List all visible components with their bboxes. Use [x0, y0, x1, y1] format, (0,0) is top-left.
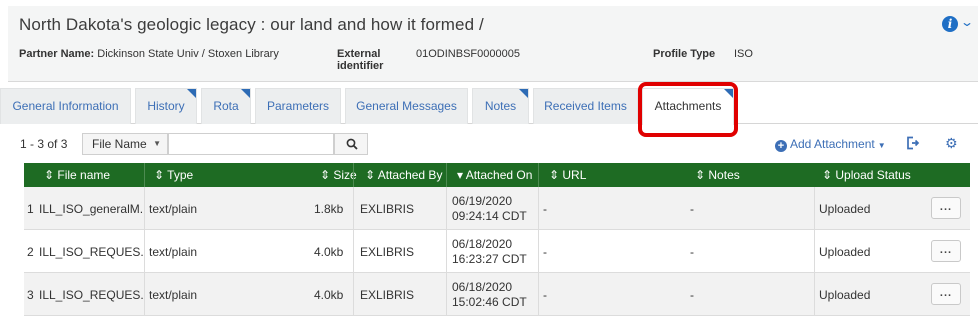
attached-on-date: 06/18/2020	[452, 236, 513, 251]
column-header-label: Notes	[708, 168, 740, 182]
info-icon[interactable]: i	[942, 16, 958, 32]
attached-by-cell: EXLIBRIS	[353, 187, 414, 230]
plus-circle-icon: +	[775, 140, 787, 152]
size-cell: 1.8kb	[314, 201, 344, 216]
attached-on-date: 06/19/2020	[452, 193, 513, 208]
highlight-annotation	[638, 82, 738, 137]
type-cell: text/plain	[144, 273, 304, 316]
size-cell: 4.0kb	[314, 287, 344, 302]
tab-general-information[interactable]: General Information	[0, 88, 131, 124]
search-field-select[interactable]: File Name ▼	[82, 133, 168, 155]
search-button[interactable]	[334, 133, 368, 155]
tab-rota[interactable]: Rota	[201, 88, 251, 124]
column-header-label: File name	[57, 168, 111, 182]
column-header-label: URL	[562, 168, 587, 182]
attached-on-time: 09:24:14 CDT	[452, 208, 527, 223]
row-actions-button[interactable]: ...	[931, 240, 961, 262]
add-attachment-label: Add Attachment	[790, 137, 875, 151]
column-header-url[interactable]: ⇕ URL	[538, 163, 586, 187]
type-cell: text/plain	[144, 187, 304, 230]
partner-name-label: Partner Name:	[19, 48, 95, 60]
caret-down-icon: ▼	[153, 139, 161, 148]
tab-notes[interactable]: Notes	[472, 88, 529, 124]
table-row[interactable]: 3 ILL_ISO_REQUES... text/plain 4.0kb EXL…	[24, 273, 970, 316]
attached-on-time: 15:02:46 CDT	[452, 294, 527, 309]
search-input[interactable]	[168, 133, 334, 155]
url-cell: -	[538, 273, 547, 316]
row-number: 3	[27, 287, 34, 302]
export-icon[interactable]	[906, 136, 920, 150]
status-cell: Uploaded	[814, 273, 924, 316]
size-cell: 4.0kb	[314, 244, 344, 259]
tab-bar: General Information History Rota Paramet…	[0, 88, 978, 125]
url-cell: -	[538, 187, 547, 230]
file-name-cell[interactable]: ILL_ISO_generalM...	[39, 187, 143, 230]
column-header-attached-on[interactable]: ▾ Attached On	[446, 163, 532, 187]
tab-label: History	[147, 99, 185, 113]
grid-header: ⇕ File name ⇕ Type ⇕ Size ⇕ Attached By …	[24, 163, 970, 187]
external-identifier-value: 01ODINBSF0000005	[416, 48, 520, 60]
table-row[interactable]: 1 ILL_ISO_generalM... text/plain 1.8kb E…	[24, 187, 970, 230]
tab-label: General Messages	[356, 99, 457, 113]
url-cell: -	[538, 230, 547, 273]
column-header-label: Attached By	[377, 168, 443, 182]
attached-on-cell: 06/18/2020 15:02:46 CDT	[446, 273, 538, 316]
search-icon	[346, 138, 358, 150]
page-title: North Dakota's geologic legacy : our lan…	[19, 15, 484, 34]
table-row[interactable]: 2 ILL_ISO_REQUES... text/plain 4.0kb EXL…	[24, 230, 970, 273]
type-cell: text/plain	[144, 230, 304, 273]
column-header-label: Upload Status	[835, 168, 911, 182]
row-number: 2	[27, 244, 34, 259]
caret-down-icon: ▼	[877, 141, 886, 150]
attached-by-cell: EXLIBRIS	[353, 230, 414, 273]
tab-general-messages[interactable]: General Messages	[345, 88, 468, 124]
profile-type-value: ISO	[734, 48, 753, 60]
column-header-upload-status[interactable]: ⇕ Upload Status	[822, 163, 911, 187]
status-cell: Uploaded	[814, 187, 924, 230]
tab-label: Parameters	[266, 99, 330, 113]
flag-corner-icon	[519, 89, 528, 98]
partner-name-value: Dickinson State Univ / Stoxen Library	[97, 48, 279, 60]
tab-label: Received Items	[544, 99, 627, 113]
tab-history[interactable]: History	[135, 88, 197, 124]
column-header-label: Type	[167, 168, 194, 182]
column-header-type[interactable]: ⇕ Type	[144, 163, 193, 187]
notes-cell: -	[690, 244, 694, 259]
profile-type-label: Profile Type	[653, 48, 716, 60]
external-identifier-label: External identifier	[337, 48, 384, 72]
attached-on-cell: 06/19/2020 09:24:14 CDT	[446, 187, 538, 230]
tab-label: Rota	[213, 99, 239, 113]
tab-parameters[interactable]: Parameters	[255, 88, 341, 124]
attached-on-cell: 06/18/2020 16:23:27 CDT	[446, 230, 538, 273]
gear-icon[interactable]: ⚙	[945, 136, 958, 150]
row-actions-button[interactable]: ...	[931, 197, 961, 219]
row-actions-button[interactable]: ...	[931, 283, 961, 305]
column-header-label: Attached On	[465, 168, 533, 182]
record-header: North Dakota's geologic legacy : our lan…	[8, 6, 978, 82]
results-count: 1 - 3 of 3	[20, 137, 68, 151]
attached-by-cell: EXLIBRIS	[353, 273, 414, 316]
status-cell: Uploaded	[814, 230, 924, 273]
file-name-cell[interactable]: ILL_ISO_REQUES...	[39, 273, 143, 316]
attached-on-date: 06/18/2020	[452, 279, 513, 294]
column-header-file-name[interactable]: ⇕ File name	[44, 163, 110, 187]
tab-label: Notes	[484, 99, 517, 113]
column-header-attached-by[interactable]: ⇕ Attached By	[353, 163, 442, 187]
chevron-down-icon[interactable]: ⌄	[960, 15, 974, 29]
flag-corner-icon	[187, 89, 196, 98]
tab-label: General Information	[12, 99, 119, 113]
notes-cell: -	[690, 287, 694, 302]
row-number: 1	[27, 201, 34, 216]
flag-corner-icon	[241, 89, 250, 98]
column-header-size[interactable]: ⇕ Size	[320, 163, 357, 187]
partner-name: Partner Name: Dickinson State Univ / Sto…	[19, 48, 279, 60]
column-header-notes[interactable]: ⇕ Notes	[695, 163, 740, 187]
notes-cell: -	[690, 201, 694, 216]
search-field-value: File Name	[92, 137, 147, 151]
add-attachment-button[interactable]: + Add Attachment ▼	[775, 137, 886, 152]
file-name-cell[interactable]: ILL_ISO_REQUES...	[39, 230, 143, 273]
attached-on-time: 16:23:27 CDT	[452, 251, 527, 266]
tab-received-items[interactable]: Received Items	[533, 88, 638, 124]
